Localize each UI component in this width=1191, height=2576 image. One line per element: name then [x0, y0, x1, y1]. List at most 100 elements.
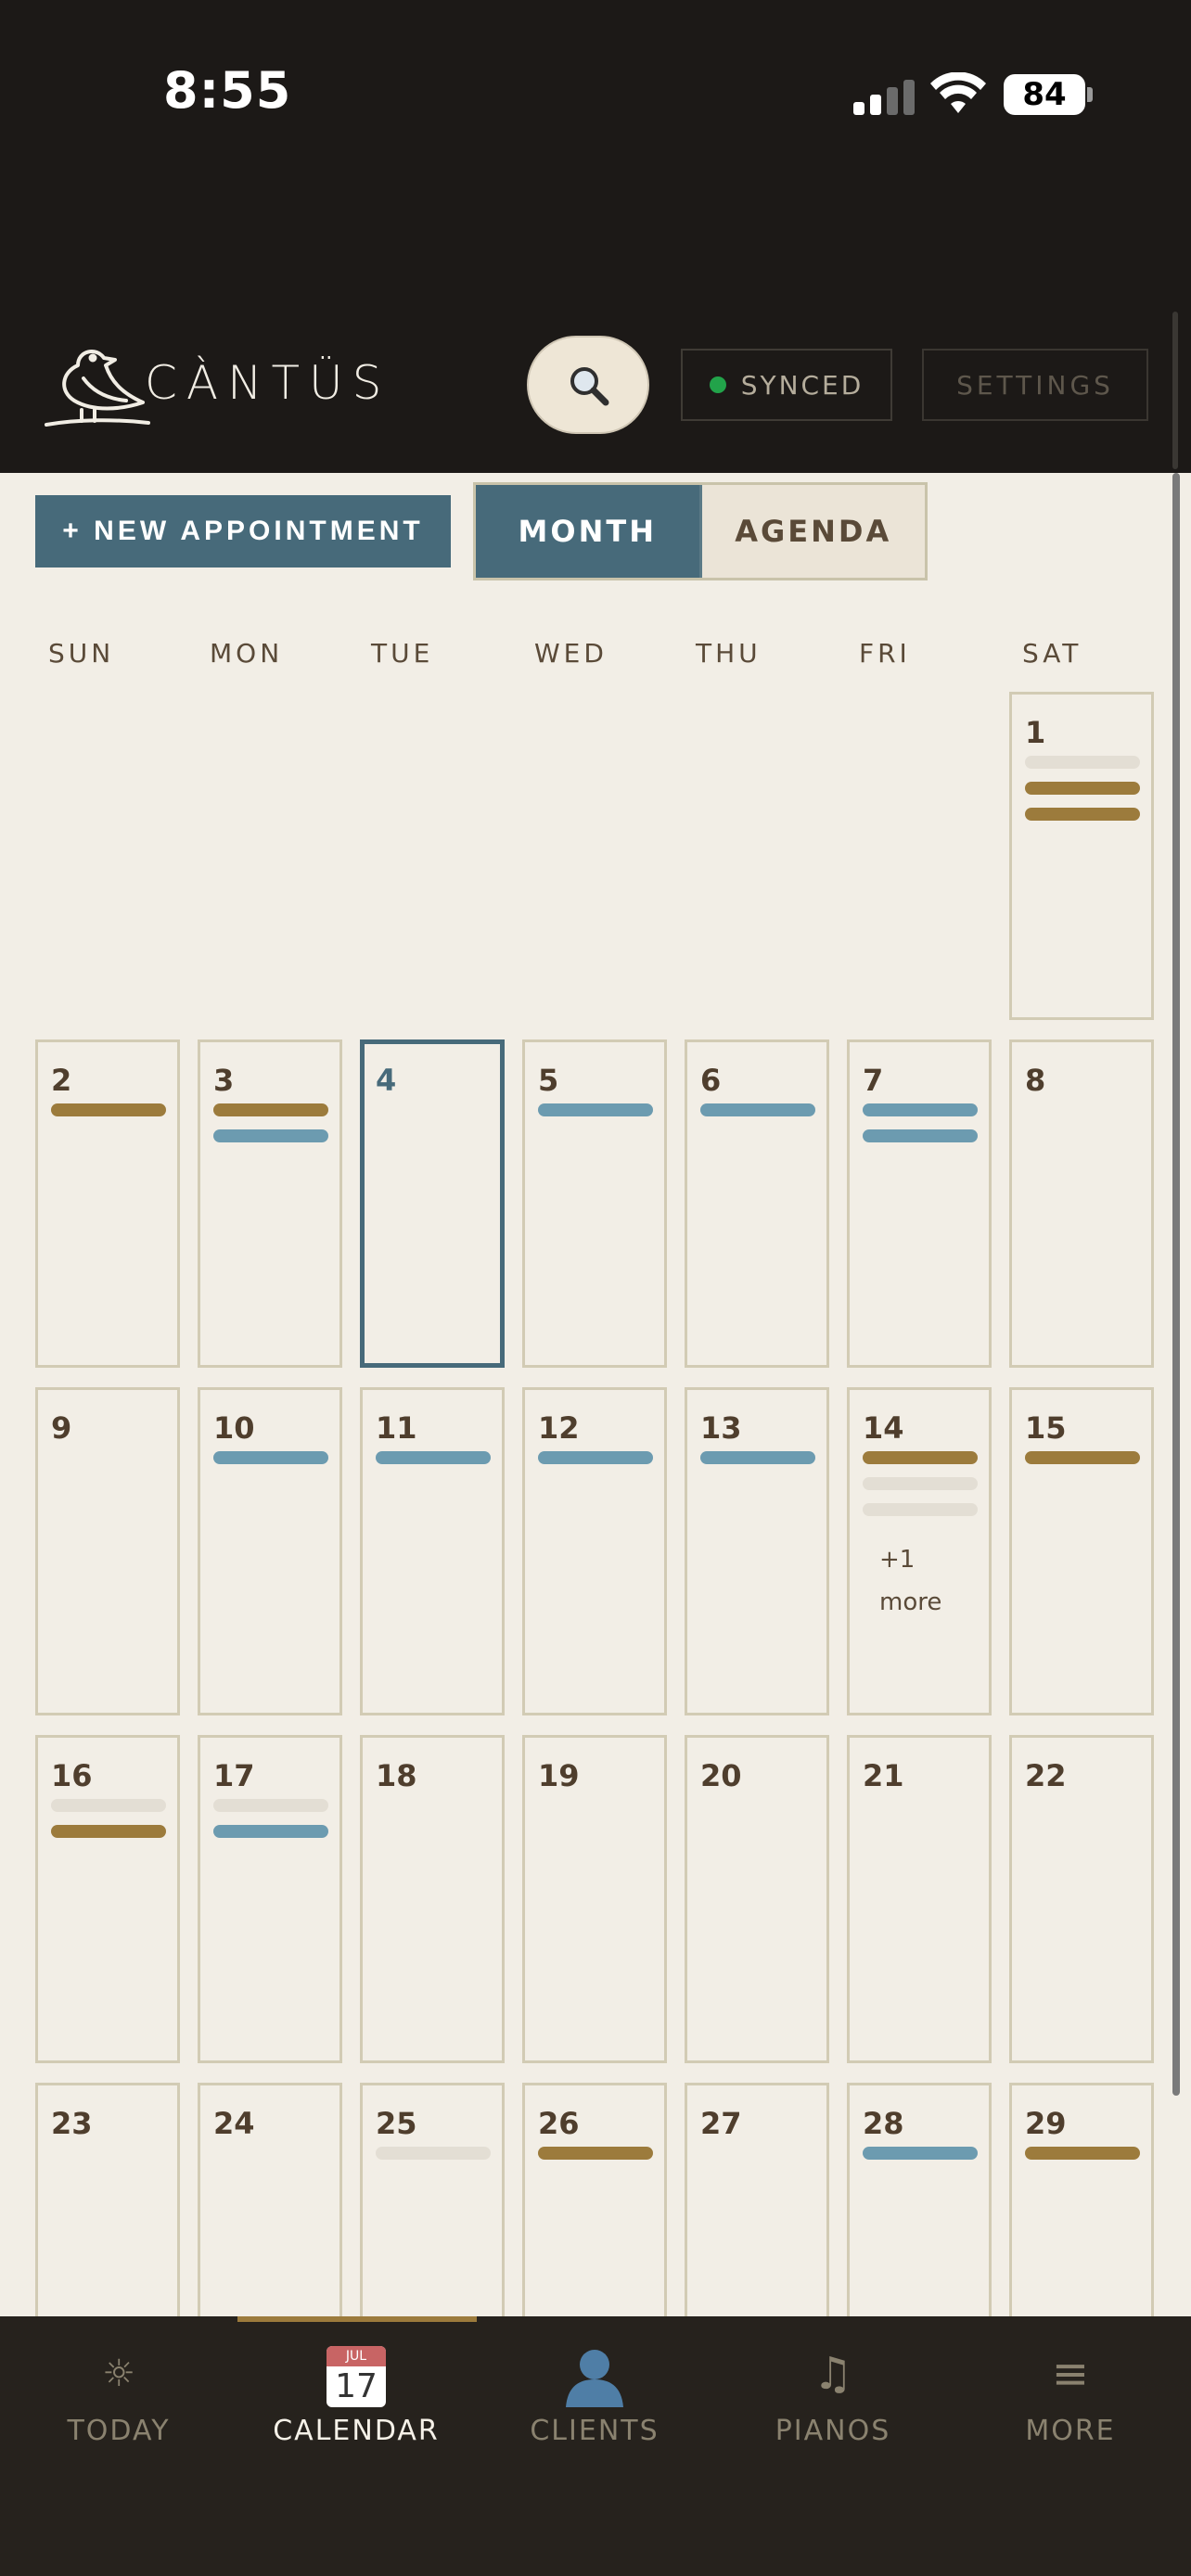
calendar-view: + NEW APPOINTMENT MONTH AGENDA SUN MON TUE… [0, 473, 1191, 2316]
day-cell-3[interactable]: 3 [198, 1039, 342, 1368]
day-number: 23 [51, 2106, 93, 2141]
tab-today-label: TODAY [67, 2415, 171, 2447]
day-cell-21[interactable]: 21 [847, 1735, 992, 2063]
day-number: 26 [538, 2106, 580, 2141]
brand-name: CÀNTÜS [145, 356, 391, 410]
day-cell-8[interactable]: 8 [1009, 1039, 1154, 1368]
event-bar-gold[interactable] [863, 1451, 978, 1464]
event-bar-blue[interactable] [700, 1451, 815, 1464]
calendar-icon-month: JUL [327, 2346, 386, 2366]
day-cell-2[interactable]: 2 [35, 1039, 180, 1368]
settings-button[interactable]: SETTINGS [922, 349, 1148, 421]
weekday-mon: MON [210, 638, 284, 669]
event-bar-blue[interactable] [376, 1451, 491, 1464]
event-bar-gray[interactable] [213, 1799, 328, 1812]
day-cell-23[interactable]: 23 [35, 2083, 180, 2316]
day-cell-17[interactable]: 17 [198, 1735, 342, 2063]
magnifier-icon [570, 367, 609, 406]
day-cell-15[interactable]: 15 [1009, 1387, 1154, 1715]
day-number: 25 [376, 2106, 417, 2141]
new-appointment-button[interactable]: + NEW APPOINTMENT [35, 495, 451, 567]
battery-icon: 84 [1004, 74, 1085, 115]
agenda-view-tab[interactable]: AGENDA [701, 485, 925, 578]
day-number: 6 [700, 1063, 722, 1098]
event-bar-gray[interactable] [376, 2147, 491, 2160]
status-time: 8:55 [163, 61, 292, 120]
sync-status-button[interactable]: SYNCED [681, 349, 892, 421]
event-bar-gray[interactable] [863, 1503, 978, 1516]
event-bar-gold[interactable] [1025, 1451, 1140, 1464]
bird-logo-icon [45, 350, 150, 427]
active-tab-indicator [237, 2316, 477, 2322]
weekday-sat: SAT [1022, 638, 1082, 669]
day-cell-10[interactable]: 10 [198, 1387, 342, 1715]
event-bar-gold[interactable] [1025, 2147, 1140, 2160]
event-bar-blue[interactable] [213, 1451, 328, 1464]
event-bar-gold[interactable] [51, 1825, 166, 1838]
event-bar-blue[interactable] [863, 1103, 978, 1116]
day-cell-16[interactable]: 16 [35, 1735, 180, 2063]
day-cell-7[interactable]: 7 [847, 1039, 992, 1368]
day-cell-6[interactable]: 6 [685, 1039, 829, 1368]
day-cell-29[interactable]: 29 [1009, 2083, 1154, 2316]
event-bar-blue[interactable] [213, 1825, 328, 1838]
event-bar-gray[interactable] [1025, 756, 1140, 769]
day-number: 28 [863, 2106, 904, 2141]
day-number: 17 [213, 1758, 255, 1793]
event-bar-blue[interactable] [863, 1129, 978, 1142]
event-bar-gray[interactable] [863, 1477, 978, 1490]
day-cell-26[interactable]: 26 [522, 2083, 667, 2316]
event-bar-gold[interactable] [1025, 782, 1140, 795]
day-cell-13[interactable]: 13 [685, 1387, 829, 1715]
day-cell-20[interactable]: 20 [685, 1735, 829, 2063]
day-number: 2 [51, 1063, 72, 1098]
day-cell-4[interactable]: 4 [360, 1039, 505, 1368]
calendar-icon: JUL 17 [237, 2337, 475, 2411]
tab-calendar[interactable]: JUL 17 CALENDAR [237, 2337, 475, 2457]
tab-today[interactable]: ☼ TODAY [0, 2337, 237, 2457]
event-bar-blue[interactable] [700, 1103, 815, 1116]
day-number: 14 [863, 1410, 904, 1446]
day-cell-19[interactable]: 19 [522, 1735, 667, 2063]
event-bar-blue[interactable] [863, 2147, 978, 2160]
content-scrollbar[interactable] [1172, 473, 1180, 2096]
tab-clients-label: CLIENTS [530, 2415, 660, 2447]
header-scrollbar [1172, 312, 1178, 469]
event-bar-gold[interactable] [538, 2147, 653, 2160]
tab-more[interactable]: ≡ MORE [952, 2337, 1189, 2457]
event-bar-blue[interactable] [538, 1451, 653, 1464]
day-cell-12[interactable]: 12 [522, 1387, 667, 1715]
day-number: 10 [213, 1410, 255, 1446]
day-number: 21 [863, 1758, 904, 1793]
more-events-link[interactable]: +1 more [879, 1538, 972, 1624]
day-cell-28[interactable]: 28 [847, 2083, 992, 2316]
tab-clients[interactable]: CLIENTS [476, 2337, 713, 2457]
tab-pianos[interactable]: ♫ PIANOS [714, 2337, 952, 2457]
day-number: 11 [376, 1410, 417, 1446]
day-cell-27[interactable]: 27 [685, 2083, 829, 2316]
day-cell-9[interactable]: 9 [35, 1387, 180, 1715]
day-cell-14[interactable]: 14 +1 more [847, 1387, 992, 1715]
sun-icon: ☼ [102, 2353, 135, 2395]
event-bar-gold[interactable] [213, 1103, 328, 1116]
day-number: 29 [1025, 2106, 1067, 2141]
day-cell-11[interactable]: 11 [360, 1387, 505, 1715]
day-cell-1[interactable]: 1 [1009, 692, 1154, 1020]
day-number: 3 [213, 1063, 235, 1098]
day-cell-22[interactable]: 22 [1009, 1735, 1154, 2063]
event-bar-gold[interactable] [51, 1103, 166, 1116]
event-bar-gray[interactable] [51, 1799, 166, 1812]
person-icon [476, 2337, 713, 2411]
search-button[interactable] [527, 336, 649, 434]
day-number: 24 [213, 2106, 255, 2141]
day-cell-5[interactable]: 5 [522, 1039, 667, 1368]
event-bar-gold[interactable] [1025, 808, 1140, 821]
month-view-tab[interactable]: MONTH [476, 485, 702, 578]
day-number: 4 [376, 1063, 397, 1098]
event-bar-blue[interactable] [538, 1103, 653, 1116]
day-cell-24[interactable]: 24 [198, 2083, 342, 2316]
day-cell-25[interactable]: 25 [360, 2083, 505, 2316]
day-cell-18[interactable]: 18 [360, 1735, 505, 2063]
wifi-icon [930, 72, 986, 113]
event-bar-blue[interactable] [213, 1129, 328, 1142]
